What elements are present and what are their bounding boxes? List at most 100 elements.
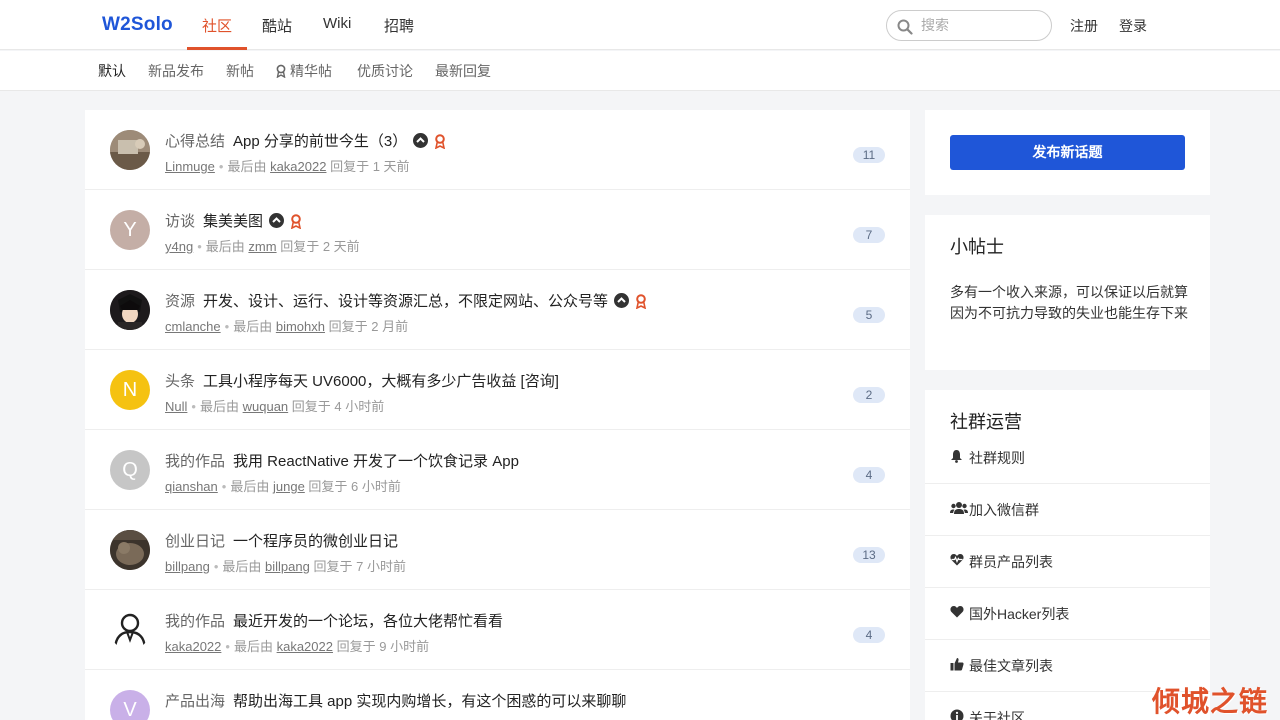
topic-row[interactable]: 资源 开发、设计、运行、设计等资源汇总，不限定网站、公众号等 cmlanche • 最后…: [85, 270, 910, 350]
ops-item-2[interactable]: 加入微信群: [925, 484, 1210, 536]
post-card: 发布新话题: [925, 110, 1210, 195]
tab-latest-replies[interactable]: 最新回复: [435, 61, 491, 81]
author-link[interactable]: cmlanche: [165, 319, 221, 334]
reply-count-badge[interactable]: 4: [853, 627, 885, 643]
site-logo[interactable]: W2Solo: [102, 14, 173, 36]
topic-node-link[interactable]: 访谈: [165, 213, 195, 230]
last-reply-label: 最后由: [199, 399, 239, 414]
nav-cool-sites[interactable]: 酷站: [262, 15, 292, 36]
topic-row[interactable]: N 头条 工具小程序每天 UV6000，大概有多少广告收益 [咨询] Null • 最后由…: [85, 350, 910, 430]
reply-count-badge[interactable]: 5: [853, 307, 885, 323]
tab-excellent[interactable]: 精华帖: [275, 61, 332, 81]
last-reply-label: 最后由: [205, 239, 245, 254]
nav-jobs[interactable]: 招聘: [384, 15, 414, 36]
watermark-logo: 倾城之链: [1152, 685, 1269, 718]
topic-title-link[interactable]: 一个程序员的微创业日记: [233, 533, 398, 550]
reply-time: 回复于 4 小时前: [291, 399, 385, 414]
author-link[interactable]: Null: [165, 399, 187, 414]
ops-title: 社群运营: [950, 412, 1022, 432]
topic-title-line: 心得总结 App 分享的前世今生（3）: [165, 130, 446, 153]
ops-item-label: 社群规则: [969, 450, 1025, 466]
user-avatar[interactable]: [110, 130, 150, 170]
topic-title-link[interactable]: 最近开发的一个论坛，各位大佬帮忙看看: [233, 613, 503, 630]
topic-row[interactable]: V 产品出海 帮助出海工具 app 实现内购增长，有这个困惑的可以来聊聊: [85, 670, 910, 720]
search-input[interactable]: [921, 17, 1041, 33]
meta-separator: •: [197, 239, 202, 254]
reply-count-badge[interactable]: 11: [853, 147, 885, 163]
tab-default[interactable]: 默认: [98, 61, 126, 81]
user-avatar[interactable]: N: [110, 370, 150, 410]
meta-separator: •: [218, 159, 224, 174]
users-icon: [950, 501, 968, 517]
last-replier-link[interactable]: kaka2022: [277, 639, 333, 654]
topic-row[interactable]: 创业日记 一个程序员的微创业日记 billpang • 最后由 billpang 回复于…: [85, 510, 910, 590]
new-topic-button[interactable]: 发布新话题: [950, 135, 1185, 170]
topic-title-link[interactable]: 工具小程序每天 UV6000，大概有多少广告收益 [咨询]: [203, 373, 559, 390]
topic-title-link[interactable]: 开发、设计、运行、设计等资源汇总，不限定网站、公众号等: [203, 293, 608, 310]
user-avatar[interactable]: V: [110, 690, 150, 720]
topic-row[interactable]: Y 访谈 集美美图 y4ng • 最后由 zmm 回复于 2 天前 7: [85, 190, 910, 270]
author-link[interactable]: y4ng: [165, 239, 193, 254]
user-avatar[interactable]: [110, 610, 150, 650]
topic-row[interactable]: 我的作品 最近开发的一个论坛，各位大佬帮忙看看 kaka2022 • 最后由 kaka2…: [85, 590, 910, 670]
last-replier-link[interactable]: wuquan: [243, 399, 289, 414]
topic-title-line: 我的作品 我用 ReactNative 开发了一个饮食记录 App: [165, 450, 519, 471]
reply-time: 回复于 1 天前: [330, 159, 410, 174]
topic-row[interactable]: 心得总结 App 分享的前世今生（3） Linmuge • 最后由 kaka2022 回…: [85, 110, 910, 190]
ops-item-label: 群员产品列表: [969, 554, 1053, 570]
active-nav-indicator: [187, 47, 247, 50]
topic-meta: billpang • 最后由 billpang 回复于 7 小时前: [165, 556, 406, 575]
topic-title-line: 头条 工具小程序每天 UV6000，大概有多少广告收益 [咨询]: [165, 370, 559, 391]
topic-title-link[interactable]: App 分享的前世今生（3）: [233, 133, 407, 150]
ops-item-4[interactable]: 国外Hacker列表: [925, 588, 1210, 640]
excellent-award-icon: [290, 214, 302, 233]
last-replier-link[interactable]: bimohxh: [276, 319, 325, 334]
topic-node-link[interactable]: 我的作品: [165, 453, 225, 470]
last-replier-link[interactable]: junge: [273, 479, 305, 494]
pinned-icon: [269, 213, 285, 228]
author-link[interactable]: Linmuge: [165, 159, 215, 174]
tab-quality-discussion[interactable]: 优质讨论: [357, 61, 413, 81]
topic-node-link[interactable]: 头条: [165, 373, 195, 390]
last-replier-link[interactable]: kaka2022: [270, 159, 326, 174]
topic-title-link[interactable]: 帮助出海工具 app 实现内购增长，有这个困惑的可以来聊聊: [233, 693, 626, 710]
topic-node-link[interactable]: 资源: [165, 293, 195, 310]
tab-new-posts[interactable]: 新帖: [226, 61, 254, 81]
bell-icon: [950, 449, 963, 466]
excellent-award-icon: [434, 134, 446, 153]
ops-item-label: 加入微信群: [969, 502, 1039, 518]
user-avatar[interactable]: [110, 290, 150, 330]
author-link[interactable]: kaka2022: [165, 639, 221, 654]
topic-node-link[interactable]: 创业日记: [165, 533, 225, 550]
topic-title-line: 产品出海 帮助出海工具 app 实现内购增长，有这个困惑的可以来聊聊: [165, 690, 626, 711]
reply-count-badge[interactable]: 7: [853, 227, 885, 243]
last-replier-link[interactable]: zmm: [248, 239, 276, 254]
nav-wiki[interactable]: Wiki: [323, 15, 351, 32]
topic-title-link[interactable]: 集美美图: [203, 213, 263, 230]
reply-count-badge[interactable]: 2: [853, 387, 885, 403]
meta-separator: •: [225, 639, 230, 654]
ops-card: 社群运营 社群规则 加入微信群 群员产品列表 国外Hacker列表 最佳文章列表 关于社区: [925, 390, 1210, 720]
ops-item-3[interactable]: 群员产品列表: [925, 536, 1210, 588]
ops-item-1[interactable]: 社群规则: [925, 432, 1210, 484]
user-avatar[interactable]: Q: [110, 450, 150, 490]
meta-separator: •: [191, 399, 196, 414]
author-link[interactable]: billpang: [165, 559, 210, 574]
login-link[interactable]: 登录: [1119, 16, 1147, 36]
last-reply-label: 最后由: [230, 479, 270, 494]
user-avatar[interactable]: [110, 530, 150, 570]
topic-node-link[interactable]: 我的作品: [165, 613, 225, 630]
reply-count-badge[interactable]: 4: [853, 467, 885, 483]
topic-row[interactable]: Q 我的作品 我用 ReactNative 开发了一个饮食记录 App qiansha…: [85, 430, 910, 510]
register-link[interactable]: 注册: [1070, 16, 1098, 36]
topic-title-link[interactable]: 我用 ReactNative 开发了一个饮食记录 App: [233, 453, 519, 470]
topic-node-link[interactable]: 心得总结: [165, 133, 225, 150]
reply-count-badge[interactable]: 13: [853, 547, 885, 563]
user-avatar[interactable]: Y: [110, 210, 150, 250]
search-box[interactable]: [886, 10, 1052, 41]
topic-node-link[interactable]: 产品出海: [165, 693, 225, 710]
author-link[interactable]: qianshan: [165, 479, 218, 494]
nav-community[interactable]: 社区: [202, 15, 232, 36]
last-replier-link[interactable]: billpang: [265, 559, 310, 574]
tab-new-products[interactable]: 新品发布: [148, 61, 204, 81]
